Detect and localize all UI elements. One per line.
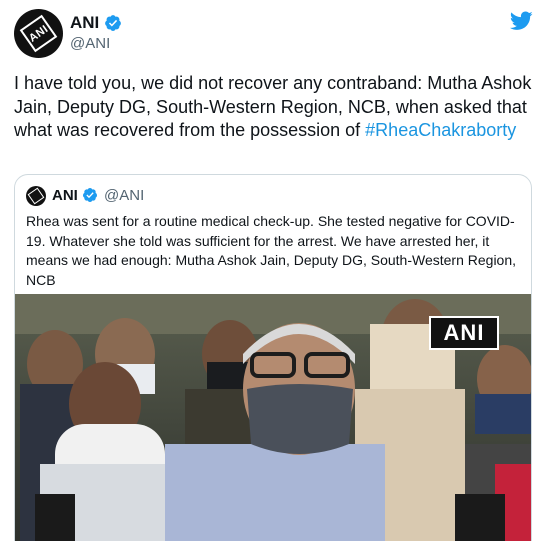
quoted-author-handle: @ANI bbox=[104, 187, 145, 204]
author-avatar[interactable]: ANI bbox=[14, 9, 63, 58]
tweet-card: ANI ANI @ANI I have told you, we did not… bbox=[0, 0, 549, 541]
hashtag-link[interactable]: #RheaChakraborty bbox=[365, 120, 516, 140]
twitter-bird-icon[interactable] bbox=[510, 11, 533, 31]
quoted-author-name: ANI bbox=[52, 187, 78, 204]
verified-badge-icon bbox=[83, 188, 97, 202]
ani-logo-icon: ANI bbox=[19, 14, 58, 53]
tweet-text: I have told you, we did not recover any … bbox=[14, 72, 539, 143]
verified-badge-icon bbox=[105, 15, 121, 31]
quoted-tweet[interactable]: ANI @ANI Rhea was sent for a routine med… bbox=[14, 174, 532, 541]
author-name[interactable]: ANI bbox=[70, 13, 99, 33]
quoted-media-image[interactable]: ANI bbox=[15, 294, 531, 541]
author-handle[interactable]: @ANI bbox=[70, 35, 110, 52]
ani-watermark: ANI bbox=[429, 316, 499, 350]
quoted-tweet-text: Rhea was sent for a routine medical chec… bbox=[26, 213, 517, 288]
quoted-author-avatar bbox=[26, 186, 46, 206]
